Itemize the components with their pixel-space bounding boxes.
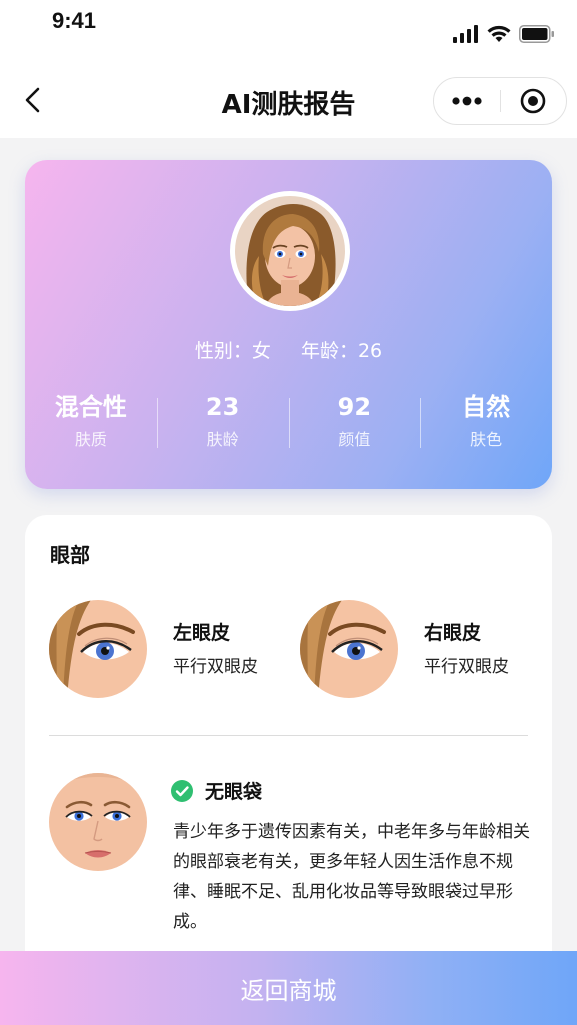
- avatar-image: [235, 196, 345, 306]
- stat-value: 23: [205, 393, 240, 421]
- back-to-mall-label: 返回商城: [240, 976, 337, 1005]
- left-eyelid-desc: 平行双眼皮: [173, 657, 258, 677]
- eye-bag-title: 无眼袋: [171, 777, 262, 804]
- avatar: [230, 191, 350, 311]
- stat-label: 颜值: [338, 430, 371, 449]
- status-bar: 9:41: [0, 0, 577, 62]
- eye-section-card: 眼部 左眼皮 平行双眼皮 右眼皮 平行双眼皮 无眼袋 青少年多于遗传因素有关，中…: [25, 515, 552, 995]
- close-button[interactable]: [500, 78, 566, 124]
- right-eyelid-desc: 平行双眼皮: [424, 657, 509, 677]
- left-eye-image: [49, 600, 147, 698]
- age-text: 年龄：26: [300, 340, 383, 362]
- stat-label: 肤龄: [206, 430, 239, 449]
- status-icons: [453, 24, 555, 44]
- stats-row: 混合性 肤质 23 肤龄 92 颜值 自然 肤色: [25, 392, 552, 452]
- miniprogram-capsule: [433, 77, 567, 125]
- stat-value: 自然: [462, 393, 511, 421]
- more-dots-icon: [452, 96, 482, 106]
- status-time: 9:41: [52, 8, 97, 33]
- profile-meta: 性别：女 年龄：26: [25, 336, 552, 363]
- battery-icon: [519, 25, 554, 43]
- stat-skin-type: 混合性 肤质: [25, 392, 157, 452]
- nav-bar: AI测肤报告: [0, 62, 577, 138]
- stat-label: 肤色: [470, 430, 503, 449]
- target-circle-icon: [520, 88, 546, 114]
- right-eyelid-name: 右眼皮: [424, 622, 482, 644]
- stat-value: 混合性: [54, 393, 127, 421]
- back-to-mall-button[interactable]: 返回商城: [0, 951, 577, 1025]
- stat-skin-age: 23 肤龄: [156, 392, 289, 452]
- profile-card: 性别：女 年龄：26 混合性 肤质 23 肤龄 92 颜值 自然 肤色: [25, 160, 552, 489]
- signal-icon: [453, 25, 478, 43]
- stat-label: 肤质: [74, 430, 107, 449]
- wifi-icon: [487, 25, 511, 42]
- eye-bag-label: 无眼袋: [205, 781, 263, 803]
- stat-skin-tone: 自然 肤色: [420, 392, 552, 452]
- eye-bag-description: 青少年多于遗传因素有关，中老年多与年龄相关的眼部衰老有关，更多年轻人因生活作息不…: [173, 822, 530, 932]
- more-button[interactable]: [434, 78, 500, 124]
- stat-appearance-score: 92 颜值: [288, 392, 421, 452]
- section-divider: [49, 735, 528, 736]
- section-title: 眼部: [50, 543, 90, 567]
- gender-text: 性别：女: [194, 340, 271, 362]
- left-eyelid-name: 左眼皮: [173, 622, 231, 644]
- check-circle-icon: [171, 779, 193, 802]
- face-image: [49, 773, 147, 871]
- stat-value: 92: [337, 393, 372, 421]
- right-eye-image: [300, 600, 398, 698]
